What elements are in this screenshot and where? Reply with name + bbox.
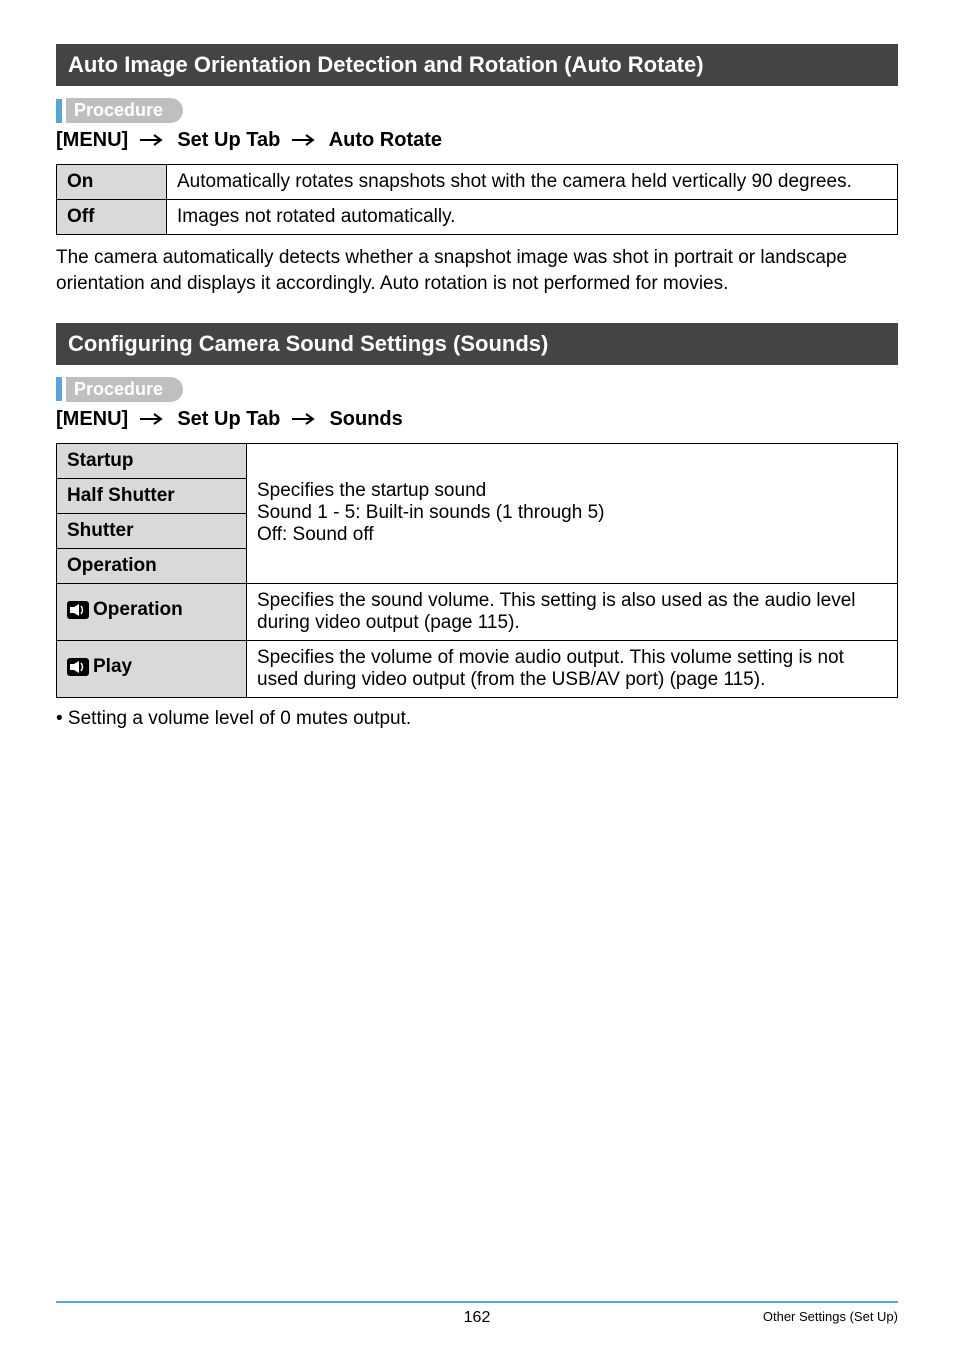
row-head: Startup bbox=[57, 443, 247, 478]
arrow-icon bbox=[292, 129, 318, 152]
row-head-text: Operation bbox=[93, 599, 183, 620]
row-body: Automatically rotates snapshots shot wit… bbox=[167, 165, 898, 200]
speaker-icon bbox=[67, 658, 89, 682]
arrow-icon bbox=[140, 129, 166, 152]
footer-section-label: Other Settings (Set Up) bbox=[763, 1309, 898, 1324]
procedure-accent-bar bbox=[56, 377, 62, 401]
section-title-sounds: Configuring Camera Sound Settings (Sound… bbox=[56, 323, 898, 365]
row-head: Operation bbox=[57, 548, 247, 583]
procedure-chip: Procedure bbox=[66, 98, 183, 123]
menu-path-sounds: [MENU] Set Up Tab Sounds bbox=[56, 408, 898, 431]
menu-part: Set Up Tab bbox=[177, 408, 280, 430]
menu-part: [MENU] bbox=[56, 129, 128, 151]
menu-part: [MENU] bbox=[56, 408, 128, 430]
table-row: Startup Specifies the startup sound Soun… bbox=[57, 443, 898, 478]
procedure-chip: Procedure bbox=[66, 377, 183, 402]
section-title-auto-rotate: Auto Image Orientation Detection and Rot… bbox=[56, 44, 898, 86]
row-head: Shutter bbox=[57, 513, 247, 548]
page-footer: 162 Other Settings (Set Up) bbox=[56, 1301, 898, 1327]
menu-part: Sounds bbox=[329, 408, 402, 430]
row-head: Half Shutter bbox=[57, 478, 247, 513]
auto-rotate-table: On Automatically rotates snapshots shot … bbox=[56, 164, 898, 235]
sounds-table: Startup Specifies the startup sound Soun… bbox=[56, 443, 898, 698]
table-row: Off Images not rotated automatically. bbox=[57, 200, 898, 235]
arrow-icon bbox=[292, 408, 318, 431]
speaker-icon bbox=[67, 601, 89, 625]
row-body: Specifies the startup sound Sound 1 - 5:… bbox=[247, 443, 898, 583]
row-head-play-volume: Play bbox=[57, 640, 247, 697]
row-body: Images not rotated automatically. bbox=[167, 200, 898, 235]
row-body: Specifies the volume of movie audio outp… bbox=[247, 640, 898, 697]
table-row: Operation Specifies the sound volume. Th… bbox=[57, 583, 898, 640]
menu-path-auto-rotate: [MENU] Set Up Tab Auto Rotate bbox=[56, 129, 898, 152]
menu-part: Auto Rotate bbox=[329, 129, 442, 151]
row-head-operation-volume: Operation bbox=[57, 583, 247, 640]
row-head: Off bbox=[57, 200, 167, 235]
arrow-icon bbox=[140, 408, 166, 431]
table-row: Play Specifies the volume of movie audio… bbox=[57, 640, 898, 697]
procedure-heading: Procedure bbox=[56, 377, 898, 402]
procedure-accent-bar bbox=[56, 99, 62, 123]
auto-rotate-footnote: The camera automatically detects whether… bbox=[56, 245, 898, 296]
row-head: On bbox=[57, 165, 167, 200]
row-body: Specifies the sound volume. This setting… bbox=[247, 583, 898, 640]
sounds-bullet: • Setting a volume level of 0 mutes outp… bbox=[56, 708, 898, 730]
page-number: 162 bbox=[464, 1309, 491, 1327]
menu-part: Set Up Tab bbox=[177, 129, 280, 151]
row-head-text: Play bbox=[93, 656, 132, 677]
procedure-heading: Procedure bbox=[56, 98, 898, 123]
table-row: On Automatically rotates snapshots shot … bbox=[57, 165, 898, 200]
